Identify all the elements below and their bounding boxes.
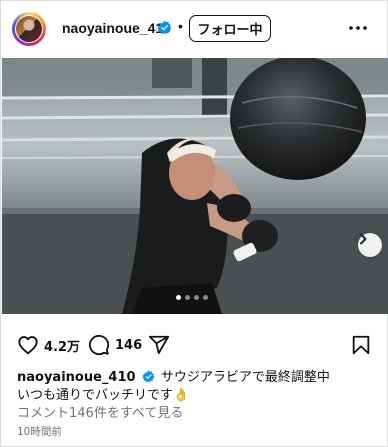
caption-first-line: naoyainoue_410 サウジアラビアで最終調整中: [17, 366, 330, 385]
author-username[interactable]: naoyainoue_410: [62, 20, 171, 36]
boxer-training-photo: [2, 58, 388, 314]
chevron-right-icon: [360, 233, 367, 245]
post-header: naoyainoue_410 • フォロー中: [0, 0, 388, 58]
caption-text-line1: サウジアラビアで最終調整中: [160, 370, 330, 385]
caption-text-line2: いつも通りでバッチリです👌: [17, 388, 190, 403]
carousel-dot: [185, 295, 190, 300]
following-button[interactable]: フォロー中: [189, 15, 271, 42]
like-action[interactable]: 4.2万: [17, 334, 80, 356]
like-count: 4.2万: [44, 339, 81, 355]
comment-action[interactable]: 146: [88, 334, 142, 356]
next-slide-button[interactable]: [358, 233, 382, 257]
comment-icon[interactable]: [88, 334, 110, 356]
save-action[interactable]: [350, 334, 372, 356]
more-horizontal-icon[interactable]: [347, 20, 369, 36]
avatar-image: [15, 15, 43, 43]
share-action[interactable]: [148, 334, 170, 356]
carousel-indicator: [176, 295, 208, 303]
caption-username[interactable]: naoyainoue_410: [17, 370, 136, 385]
carousel-dot: [194, 295, 199, 300]
comment-count: 146: [115, 337, 143, 353]
post-timestamp: 10時間前: [17, 426, 62, 438]
header-separator: •: [178, 18, 183, 34]
carousel-dot: [203, 295, 208, 300]
avatar[interactable]: [12, 12, 46, 46]
view-all-comments-link[interactable]: コメント146件をすべて見る: [17, 402, 183, 421]
bookmark-icon[interactable]: [350, 334, 372, 356]
verified-badge-icon: [142, 370, 154, 383]
heart-icon[interactable]: [17, 334, 39, 356]
carousel-dot: [176, 295, 181, 300]
verified-badge-icon: [157, 20, 172, 35]
post-image[interactable]: [2, 58, 388, 314]
share-icon[interactable]: [148, 334, 170, 356]
